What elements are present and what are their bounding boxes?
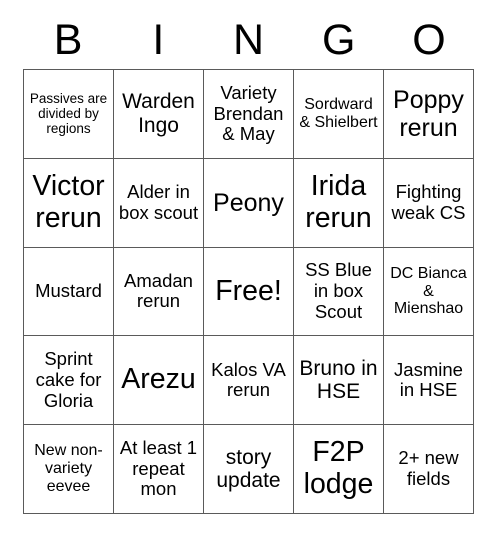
bingo-cell[interactable]: New non-variety eevee [24,425,114,514]
bingo-header-letter-b: B [53,15,83,64]
bingo-cell[interactable]: Mustard [24,247,114,337]
bingo-cell[interactable]: F2P lodge [294,425,384,514]
bingo-header-letter-i: I [152,15,165,64]
bingo-card: B I N G O Passives are divided by region… [0,0,500,544]
bingo-cell[interactable]: At least 1 repeat mon [114,425,204,514]
bingo-cell[interactable]: Arezu [114,336,204,426]
bingo-cell[interactable]: Alder in box scout [114,158,204,248]
bingo-cell[interactable]: Warden Ingo [114,70,204,159]
bingo-header: B I N G O [23,12,474,68]
bingo-cell[interactable]: SS Blue in box Scout [294,247,384,337]
bingo-cell[interactable]: Poppy rerun [384,70,474,159]
bingo-cell[interactable]: Kalos VA rerun [204,336,294,426]
bingo-header-letter-g: G [321,15,356,64]
bingo-free-space[interactable]: Free! [204,247,294,337]
bingo-cell[interactable]: Irida rerun [294,158,384,248]
bingo-cell[interactable]: Fighting weak CS [384,158,474,248]
bingo-cell[interactable]: Bruno in HSE [294,336,384,426]
bingo-cell[interactable]: Jasmine in HSE [384,336,474,426]
bingo-cell[interactable]: Sprint cake for Gloria [24,336,114,426]
bingo-grid: Passives are divided by regions Warden In… [23,69,474,514]
bingo-header-letter-o: O [412,15,446,64]
bingo-cell[interactable]: Peony [204,158,294,248]
bingo-header-letter-n: N [232,15,265,64]
bingo-cell[interactable]: Sordward & Shielbert [294,70,384,159]
bingo-cell[interactable]: Victor rerun [24,158,114,248]
bingo-cell[interactable]: Variety Brendan & May [204,70,294,159]
bingo-cell[interactable]: 2+ new fields [384,425,474,514]
bingo-cell[interactable]: DC Bianca & Mienshao [384,247,474,337]
bingo-cell[interactable]: story update [204,425,294,514]
bingo-cell[interactable]: Passives are divided by regions [24,70,114,159]
bingo-cell[interactable]: Amadan rerun [114,247,204,337]
